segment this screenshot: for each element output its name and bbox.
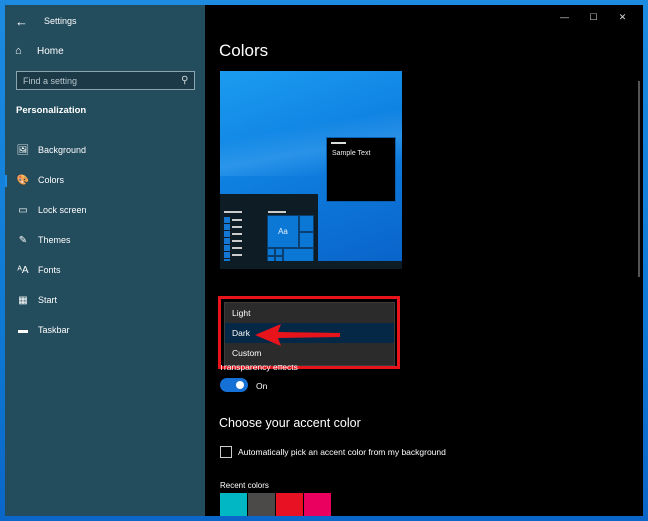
app-list-icon [224,217,230,223]
page-title: Colors [219,41,269,60]
sidebar-item-label: Start [38,295,58,305]
dropdown-option-light[interactable]: Light [225,303,394,323]
sample-taskbar [220,261,402,269]
sidebar-item-label: Taskbar [38,325,70,335]
tile [299,232,314,248]
color-swatch[interactable] [220,493,247,516]
sidebar-item-colors[interactable]: 🎨 Colors [5,165,205,195]
color-swatch[interactable] [304,493,331,516]
app-list-icon [224,245,230,251]
settings-window: ← Settings ⌂ Home Find a setting ⚲ Perso… [5,5,643,516]
section-title: Personalization [16,105,87,116]
accent-heading: Choose your accent color [219,416,361,430]
start-icon: ▦ [18,294,28,306]
app-list-line [232,233,242,235]
home-nav-item[interactable]: ⌂ Home [15,45,64,57]
dropdown-option-custom[interactable]: Custom [225,343,394,363]
sidebar-item-label: Themes [38,235,71,245]
app-list-line [232,240,242,242]
toggle-knob [236,381,244,389]
app-list-line [232,254,242,256]
tile [299,215,314,232]
sidebar-item-label: Background [38,145,87,155]
palette-icon: 🎨 [16,174,30,186]
sample-window-title-bar [331,142,346,144]
sample-start-menu: Aa [220,194,318,269]
picture-icon: 🖼 [16,144,30,156]
color-mode-dropdown[interactable]: Light Dark Custom [224,302,395,366]
sidebar-nav: 🖼 Background 🎨 Colors ▭ Lock screen ✎ Th… [5,135,205,345]
sidebar-item-label: Colors [38,175,65,185]
sample-window: Sample Text [326,137,396,202]
tile [267,248,275,256]
search-placeholder: Find a setting [23,75,78,86]
app-list-line [232,247,242,249]
scrollbar[interactable] [638,81,640,277]
fonts-icon: ᴬA [17,264,29,276]
sidebar-item-start[interactable]: ▦ Start [5,285,205,315]
start-tiles-header [268,211,286,213]
maximize-button[interactable]: ☐ [579,9,608,25]
search-input[interactable]: Find a setting ⚲ [16,71,195,90]
minimize-button[interactable]: — [550,9,579,25]
auto-accent-label: Automatically pick an accent color from … [238,447,446,457]
home-label: Home [37,45,64,57]
sidebar-item-lock-screen[interactable]: ▭ Lock screen [5,195,205,225]
app-list-line [232,226,242,228]
transparency-label: Transparency effects [219,365,298,373]
transparency-toggle[interactable] [220,378,248,392]
sidebar-item-label: Fonts [38,265,61,275]
sidebar-item-themes[interactable]: ✎ Themes [5,225,205,255]
theme-preview: Sample Text Aa [220,71,402,269]
transparency-label-text: Transparency effects [219,365,298,372]
color-swatch[interactable] [248,493,275,516]
recent-colors-label: Recent colors [220,481,269,490]
sidebar-item-fonts[interactable]: ᴬA Fonts [5,255,205,285]
tile [275,248,283,256]
app-list-line [232,219,242,221]
app-list-icon [224,238,230,244]
recent-colors [220,493,331,516]
app-title: Settings [44,16,77,26]
window-controls: — ☐ ✕ [550,9,637,25]
sidebar-item-label: Lock screen [38,205,87,215]
taskbar-icon: ▬ [18,324,28,336]
main-content: — ☐ ✕ Colors Sample Text Aa Light Dark C… [205,5,643,516]
sample-text: Sample Text [332,150,371,157]
tile-aa: Aa [267,215,299,248]
app-list-icon [224,231,230,237]
transparency-state: On [256,381,268,391]
search-icon[interactable]: ⚲ [181,75,188,86]
sidebar-item-taskbar[interactable]: ▬ Taskbar [5,315,205,345]
auto-accent-checkbox-row[interactable]: Automatically pick an accent color from … [220,446,446,458]
sidebar-item-background[interactable]: 🖼 Background [5,135,205,165]
back-arrow-icon[interactable]: ← [15,14,29,29]
close-button[interactable]: ✕ [608,9,637,25]
app-list-icon [224,224,230,230]
app-list-icon [224,252,230,258]
start-list-header [224,211,242,213]
themes-icon: ✎ [18,234,28,246]
dropdown-option-dark[interactable]: Dark [225,323,394,343]
lock-screen-icon: ▭ [18,204,28,216]
sidebar: ← Settings ⌂ Home Find a setting ⚲ Perso… [5,5,205,516]
color-swatch[interactable] [276,493,303,516]
titlebar: ← Settings [15,10,77,32]
auto-accent-checkbox[interactable] [220,446,232,458]
home-icon: ⌂ [15,45,22,57]
